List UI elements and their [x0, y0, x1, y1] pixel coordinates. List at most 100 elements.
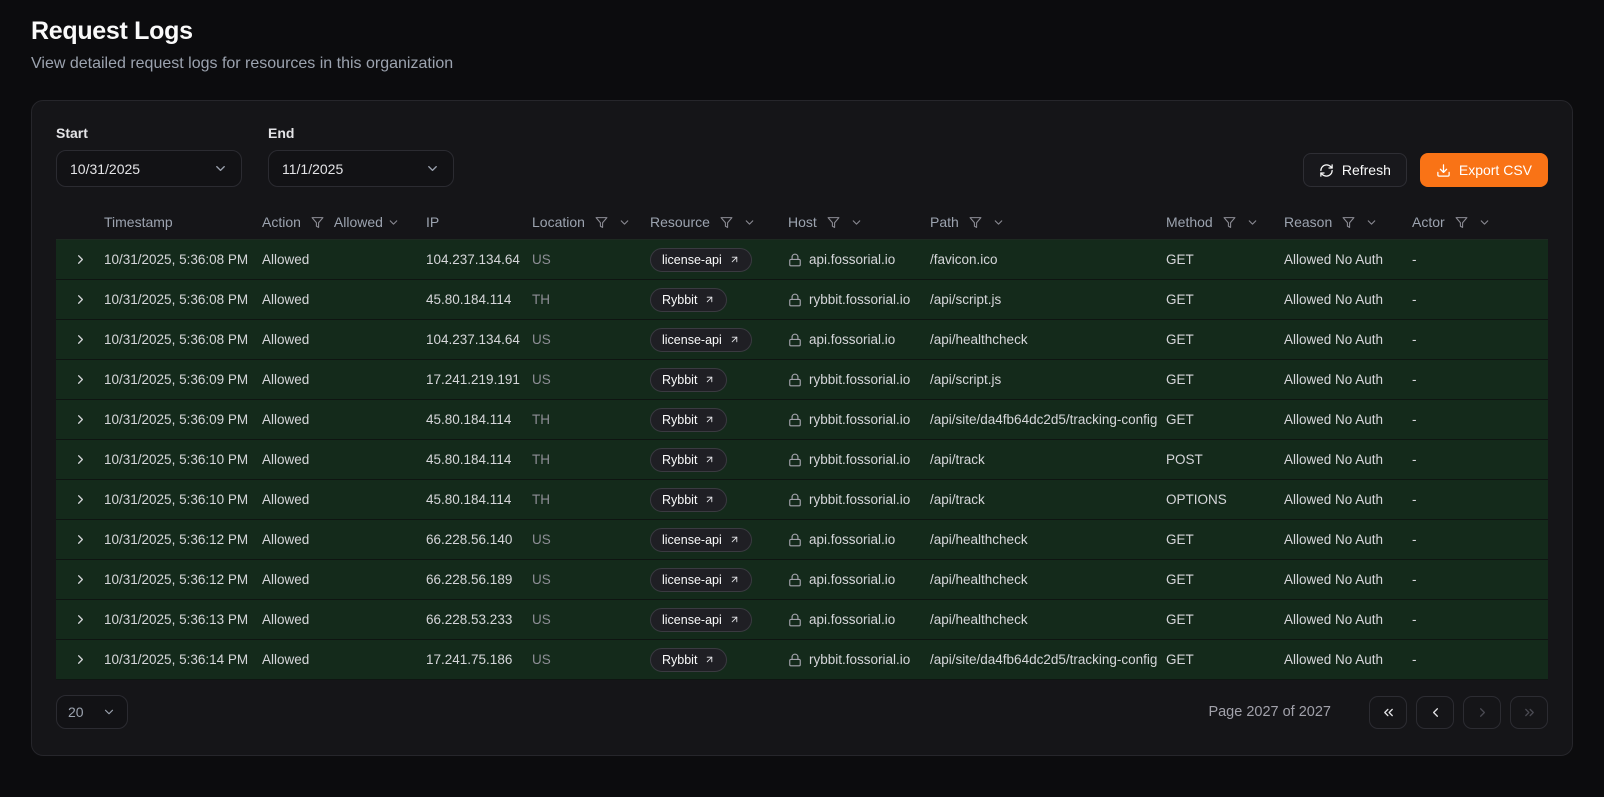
- cell-ip: 45.80.184.114: [426, 452, 532, 467]
- cell-method: GET: [1166, 652, 1284, 667]
- expand-row-button[interactable]: [56, 612, 104, 627]
- expand-row-button[interactable]: [56, 252, 104, 267]
- expand-row-button[interactable]: [56, 372, 104, 387]
- expand-row-button[interactable]: [56, 332, 104, 347]
- cell-ip: 66.228.56.140: [426, 532, 532, 547]
- chevron-down-icon[interactable]: [1478, 216, 1491, 229]
- resource-badge[interactable]: license-api: [650, 608, 752, 632]
- cell-location: US: [532, 652, 650, 667]
- cell-host: rybbit.fossorial.io: [788, 372, 930, 387]
- chevron-down-icon[interactable]: [1365, 216, 1378, 229]
- expand-row-button[interactable]: [56, 292, 104, 307]
- next-page-button[interactable]: [1463, 696, 1501, 729]
- expand-row-button[interactable]: [56, 652, 104, 667]
- resource-badge[interactable]: Rybbit: [650, 488, 727, 512]
- chevron-down-icon[interactable]: [850, 216, 863, 229]
- resource-badge[interactable]: Rybbit: [650, 448, 727, 472]
- resource-badge[interactable]: license-api: [650, 328, 752, 352]
- expand-row-button[interactable]: [56, 412, 104, 427]
- filter-icon[interactable]: [1455, 216, 1468, 229]
- table-row[interactable]: 10/31/2025, 5:36:09 PM Allowed 45.80.184…: [56, 400, 1548, 440]
- request-logs-page: Request Logs View detailed request logs …: [0, 0, 1604, 756]
- arrow-up-right-icon: [729, 614, 740, 625]
- resource-badge[interactable]: license-api: [650, 568, 752, 592]
- resource-badge-label: Rybbit: [662, 373, 697, 387]
- expand-row-button[interactable]: [56, 572, 104, 587]
- refresh-icon: [1319, 163, 1334, 178]
- end-date-field: End 11/1/2025: [268, 125, 454, 187]
- table-row[interactable]: 10/31/2025, 5:36:13 PM Allowed 66.228.53…: [56, 600, 1548, 640]
- export-csv-button[interactable]: Export CSV: [1420, 153, 1548, 187]
- filter-icon[interactable]: [595, 216, 608, 229]
- page-size-select[interactable]: 20: [56, 695, 128, 729]
- expand-row-button[interactable]: [56, 532, 104, 547]
- expand-row-button[interactable]: [56, 452, 104, 467]
- table-row[interactable]: 10/31/2025, 5:36:12 PM Allowed 66.228.56…: [56, 520, 1548, 560]
- chevron-down-icon[interactable]: [992, 216, 1005, 229]
- cell-host: rybbit.fossorial.io: [788, 292, 930, 307]
- cell-reason: Allowed No Auth: [1284, 332, 1412, 347]
- resource-badge[interactable]: Rybbit: [650, 648, 727, 672]
- resource-badge-label: license-api: [662, 533, 722, 547]
- cell-path: /api/script.js: [930, 292, 1166, 307]
- resource-badge-label: license-api: [662, 613, 722, 627]
- cell-action: Allowed: [262, 652, 426, 667]
- table-row[interactable]: 10/31/2025, 5:36:12 PM Allowed 66.228.56…: [56, 560, 1548, 600]
- expand-cell: [56, 652, 104, 667]
- lock-icon: [788, 653, 802, 667]
- filter-icon[interactable]: [969, 216, 982, 229]
- resource-badge[interactable]: license-api: [650, 528, 752, 552]
- cell-action: Allowed: [262, 492, 426, 507]
- chevron-down-icon[interactable]: [618, 216, 631, 229]
- chevron-down-icon[interactable]: [743, 216, 756, 229]
- header-reason: Reason: [1284, 214, 1412, 230]
- action-filter-dropdown[interactable]: Allowed: [334, 214, 400, 230]
- resource-badge[interactable]: Rybbit: [650, 368, 727, 392]
- refresh-button[interactable]: Refresh: [1303, 153, 1407, 187]
- resource-badge-label: Rybbit: [662, 413, 697, 427]
- filter-icon[interactable]: [1223, 216, 1236, 229]
- cell-timestamp: 10/31/2025, 5:36:08 PM: [104, 252, 262, 267]
- path-text: /api/site/da4fb64dc2d5/tracking-config: [930, 652, 1165, 667]
- end-date-select[interactable]: 11/1/2025: [268, 150, 454, 187]
- cell-actor: -: [1412, 532, 1548, 547]
- filter-icon[interactable]: [720, 216, 733, 229]
- path-text: /api/script.js: [930, 372, 1009, 387]
- cell-host: rybbit.fossorial.io: [788, 412, 930, 427]
- last-page-button[interactable]: [1510, 696, 1548, 729]
- filter-icon[interactable]: [311, 216, 324, 229]
- header-path: Path: [930, 214, 1166, 230]
- chevron-down-icon[interactable]: [1246, 216, 1259, 229]
- table-row[interactable]: 10/31/2025, 5:36:14 PM Allowed 17.241.75…: [56, 640, 1548, 680]
- expand-row-button[interactable]: [56, 492, 104, 507]
- path-text: /api/site/da4fb64dc2d5/tracking-config: [930, 412, 1165, 427]
- resource-badge[interactable]: license-api: [650, 248, 752, 272]
- chevron-right-icon: [73, 412, 88, 427]
- cell-location: TH: [532, 492, 650, 507]
- chevrons-left-icon: [1381, 705, 1396, 720]
- table-row[interactable]: 10/31/2025, 5:36:08 PM Allowed 104.237.1…: [56, 320, 1548, 360]
- filter-icon[interactable]: [827, 216, 840, 229]
- header-timestamp: Timestamp: [104, 214, 262, 230]
- cell-path: /api/track: [930, 452, 1166, 467]
- path-text: /api/script.js: [930, 292, 1009, 307]
- first-page-button[interactable]: [1369, 696, 1407, 729]
- resource-badge[interactable]: Rybbit: [650, 288, 727, 312]
- end-date-value: 11/1/2025: [282, 161, 343, 177]
- table-row[interactable]: 10/31/2025, 5:36:08 PM Allowed 104.237.1…: [56, 240, 1548, 280]
- cell-reason: Allowed No Auth: [1284, 572, 1412, 587]
- cell-action: Allowed: [262, 412, 426, 427]
- previous-page-button[interactable]: [1416, 696, 1454, 729]
- filter-icon[interactable]: [1342, 216, 1355, 229]
- table-row[interactable]: 10/31/2025, 5:36:10 PM Allowed 45.80.184…: [56, 480, 1548, 520]
- cell-resource: license-api: [650, 528, 788, 552]
- start-date-select[interactable]: 10/31/2025: [56, 150, 242, 187]
- table-row[interactable]: 10/31/2025, 5:36:10 PM Allowed 45.80.184…: [56, 440, 1548, 480]
- cell-action: Allowed: [262, 372, 426, 387]
- resource-badge-label: Rybbit: [662, 293, 697, 307]
- cell-method: OPTIONS: [1166, 492, 1284, 507]
- table-row[interactable]: 10/31/2025, 5:36:09 PM Allowed 17.241.21…: [56, 360, 1548, 400]
- resource-badge[interactable]: Rybbit: [650, 408, 727, 432]
- table-row[interactable]: 10/31/2025, 5:36:08 PM Allowed 45.80.184…: [56, 280, 1548, 320]
- chevron-down-icon: [102, 705, 116, 719]
